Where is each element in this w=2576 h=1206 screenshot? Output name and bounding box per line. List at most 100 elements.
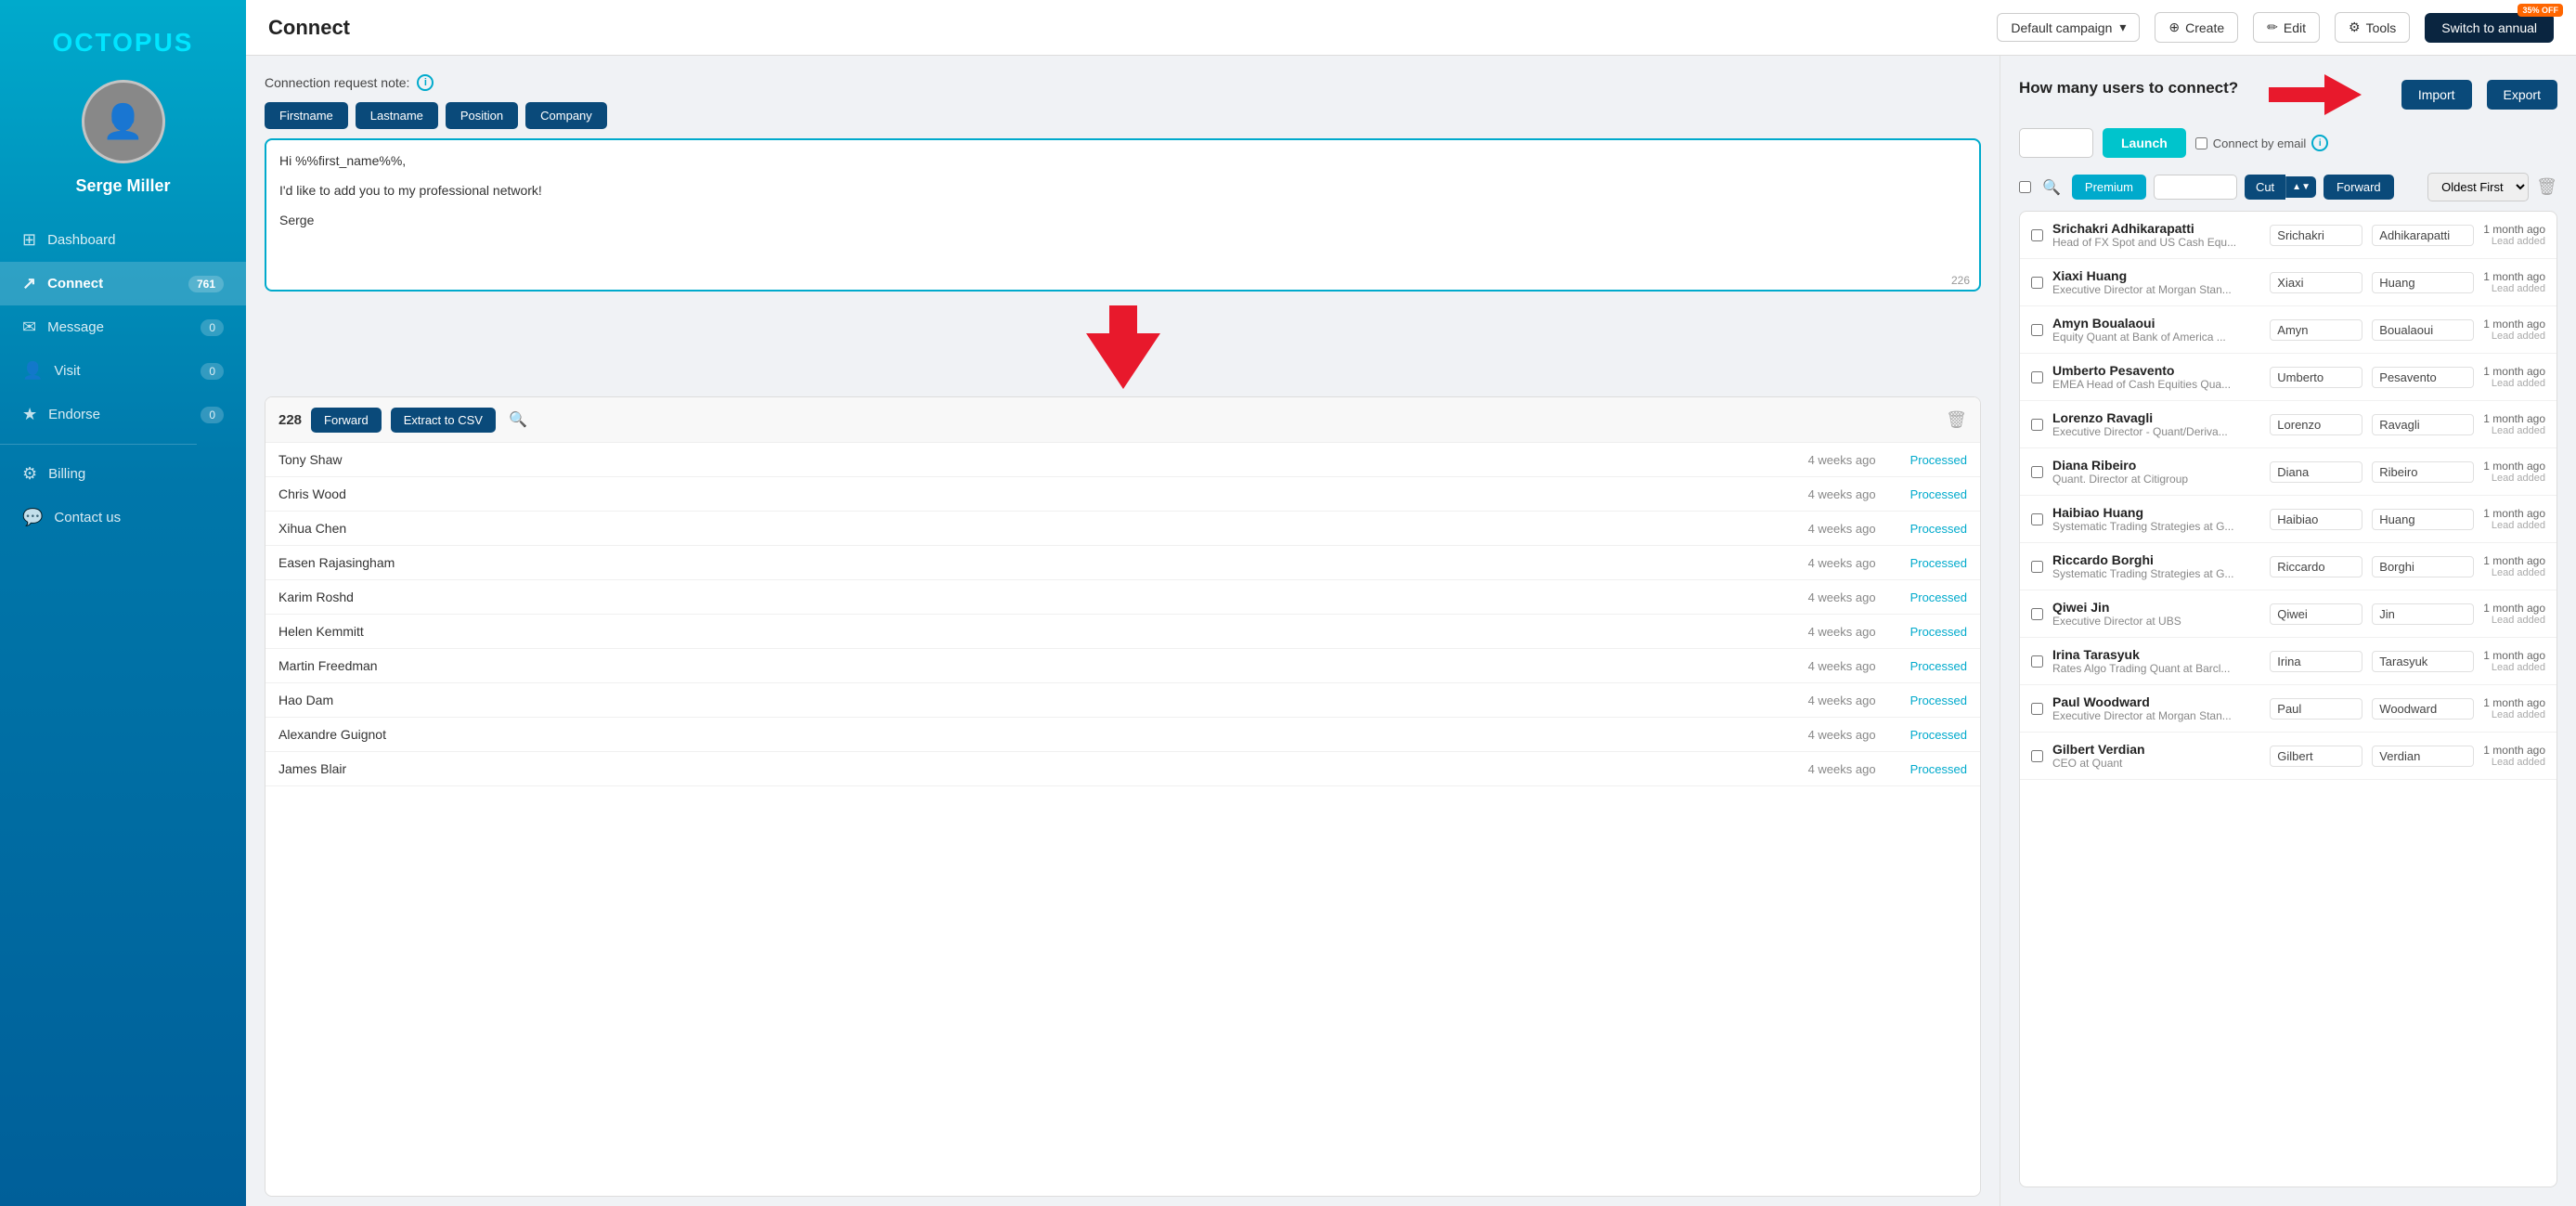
- user-name: Serge Miller: [75, 176, 170, 196]
- lead-checkbox[interactable]: [2031, 750, 2043, 762]
- lead-firstname[interactable]: Riccardo: [2270, 556, 2362, 577]
- sidebar-divider: [0, 444, 197, 445]
- connection-note-label: Connection request note:: [265, 75, 409, 90]
- switch-annual-button[interactable]: 35% OFF Switch to annual: [2425, 13, 2554, 43]
- lead-firstname[interactable]: Irina: [2270, 651, 2362, 672]
- launch-button[interactable]: Launch: [2103, 128, 2186, 158]
- forward-button[interactable]: Forward: [311, 408, 382, 433]
- campaign-select[interactable]: Default campaign ▾: [1997, 13, 2140, 42]
- position-tag-button[interactable]: Position: [446, 102, 518, 129]
- table-row[interactable]: Riccardo Borghi Systematic Trading Strat…: [2020, 543, 2557, 590]
- lead-lastname[interactable]: Huang: [2372, 509, 2474, 530]
- table-row[interactable]: Gilbert Verdian CEO at Quant Gilbert Ver…: [2020, 733, 2557, 780]
- tools-button[interactable]: ⚙ Tools: [2335, 12, 2410, 43]
- lead-checkbox[interactable]: [2031, 466, 2043, 478]
- filter-search-button[interactable]: 🔍: [2039, 175, 2065, 201]
- lead-lastname[interactable]: Ravagli: [2372, 414, 2474, 435]
- table-row[interactable]: Paul Woodward Executive Director at Morg…: [2020, 685, 2557, 733]
- cut-button[interactable]: Cut: [2245, 175, 2285, 200]
- cut-arrows-button[interactable]: ▲▼: [2285, 176, 2316, 198]
- connect-count-input[interactable]: [2019, 128, 2093, 158]
- list-item[interactable]: Karim Roshd 4 weeks ago Processed: [265, 580, 1980, 615]
- lead-checkbox[interactable]: [2031, 229, 2043, 241]
- lead-checkbox[interactable]: [2031, 561, 2043, 573]
- lead-firstname[interactable]: Umberto: [2270, 367, 2362, 388]
- lead-lastname[interactable]: Verdian: [2372, 746, 2474, 767]
- create-button[interactable]: ⊕ Create: [2155, 12, 2238, 43]
- lead-lastname[interactable]: Borghi: [2372, 556, 2474, 577]
- connect-icon: ↗: [22, 274, 36, 293]
- lead-checkbox[interactable]: [2031, 608, 2043, 620]
- lead-checkbox[interactable]: [2031, 419, 2043, 431]
- lead-lastname[interactable]: Pesavento: [2372, 367, 2474, 388]
- edit-button[interactable]: ✏ Edit: [2253, 12, 2320, 43]
- sidebar-item-connect[interactable]: ↗ Connect 761: [0, 262, 246, 305]
- lead-checkbox[interactable]: [2031, 703, 2043, 715]
- lead-checkbox[interactable]: [2031, 371, 2043, 383]
- filter-trash-button[interactable]: 🗑: [2536, 177, 2557, 197]
- lead-lastname[interactable]: Adhikarapatti: [2372, 225, 2474, 246]
- connect-by-email-checkbox[interactable]: [2195, 137, 2207, 149]
- premium-filter-button[interactable]: Premium: [2072, 175, 2146, 200]
- lead-firstname[interactable]: Gilbert: [2270, 746, 2362, 767]
- lead-lastname[interactable]: Tarasyuk: [2372, 651, 2474, 672]
- sidebar-item-visit[interactable]: 👤 Visit 0: [0, 349, 246, 393]
- filter-text-input[interactable]: [2154, 175, 2237, 200]
- table-row[interactable]: Amyn Boualaoui Equity Quant at Bank of A…: [2020, 306, 2557, 354]
- list-item[interactable]: Hao Dam 4 weeks ago Processed: [265, 683, 1980, 718]
- sidebar-item-endorse[interactable]: ★ Endorse 0: [0, 393, 246, 436]
- list-item[interactable]: Tony Shaw 4 weeks ago Processed: [265, 443, 1980, 477]
- list-search-button[interactable]: 🔍: [505, 407, 531, 433]
- sidebar-item-billing[interactable]: ⚙ Billing: [0, 452, 246, 496]
- sort-select[interactable]: Oldest First: [2427, 173, 2529, 201]
- lead-firstname[interactable]: Qiwei: [2270, 603, 2362, 625]
- lead-checkbox[interactable]: [2031, 277, 2043, 289]
- list-trash-button[interactable]: 🗑: [1946, 410, 1967, 430]
- list-item[interactable]: Alexandre Guignot 4 weeks ago Processed: [265, 718, 1980, 752]
- table-row[interactable]: Haibiao Huang Systematic Trading Strateg…: [2020, 496, 2557, 543]
- lead-lastname[interactable]: Jin: [2372, 603, 2474, 625]
- table-row[interactable]: Irina Tarasyuk Rates Algo Trading Quant …: [2020, 638, 2557, 685]
- lead-lastname[interactable]: Huang: [2372, 272, 2474, 293]
- lead-lastname[interactable]: Boualaoui: [2372, 319, 2474, 341]
- lead-lastname[interactable]: Ribeiro: [2372, 461, 2474, 483]
- extract-csv-button[interactable]: Extract to CSV: [391, 408, 496, 433]
- table-row[interactable]: Diana Ribeiro Quant. Director at Citigro…: [2020, 448, 2557, 496]
- lead-firstname[interactable]: Amyn: [2270, 319, 2362, 341]
- forward-filter-button[interactable]: Forward: [2324, 175, 2394, 200]
- table-row[interactable]: Qiwei Jin Executive Director at UBS Qiwe…: [2020, 590, 2557, 638]
- main-area: Connect Default campaign ▾ ⊕ Create ✏ Ed…: [246, 0, 2576, 1206]
- export-button[interactable]: Export: [2487, 80, 2557, 110]
- lead-checkbox[interactable]: [2031, 513, 2043, 525]
- lead-firstname[interactable]: Xiaxi: [2270, 272, 2362, 293]
- topbar: Connect Default campaign ▾ ⊕ Create ✏ Ed…: [246, 0, 2576, 56]
- lead-checkbox[interactable]: [2031, 655, 2043, 668]
- sidebar-item-message[interactable]: ✉ Message 0: [0, 305, 246, 349]
- lead-checkbox[interactable]: [2031, 324, 2043, 336]
- list-item[interactable]: Easen Rajasingham 4 weeks ago Processed: [265, 546, 1980, 580]
- list-item[interactable]: Xihua Chen 4 weeks ago Processed: [265, 512, 1980, 546]
- list-item[interactable]: Chris Wood 4 weeks ago Processed: [265, 477, 1980, 512]
- lead-firstname[interactable]: Paul: [2270, 698, 2362, 720]
- table-row[interactable]: Srichakri Adhikarapatti Head of FX Spot …: [2020, 212, 2557, 259]
- import-button[interactable]: Import: [2401, 80, 2472, 110]
- lead-lastname[interactable]: Woodward: [2372, 698, 2474, 720]
- lead-time: 1 month ago Lead added: [2483, 223, 2545, 247]
- firstname-tag-button[interactable]: Firstname: [265, 102, 348, 129]
- lead-firstname[interactable]: Diana: [2270, 461, 2362, 483]
- list-item[interactable]: Martin Freedman 4 weeks ago Processed: [265, 649, 1980, 683]
- list-item[interactable]: James Blair 4 weeks ago Processed: [265, 752, 1980, 786]
- sidebar-item-contact[interactable]: 💬 Contact us: [0, 496, 246, 539]
- select-all-checkbox[interactable]: [2019, 181, 2031, 193]
- lastname-tag-button[interactable]: Lastname: [356, 102, 438, 129]
- lead-firstname[interactable]: Haibiao: [2270, 509, 2362, 530]
- list-item[interactable]: Helen Kemmitt 4 weeks ago Processed: [265, 615, 1980, 649]
- lead-firstname[interactable]: Lorenzo: [2270, 414, 2362, 435]
- table-row[interactable]: Xiaxi Huang Executive Director at Morgan…: [2020, 259, 2557, 306]
- sidebar-item-dashboard[interactable]: ⊞ Dashboard: [0, 218, 246, 262]
- message-textarea[interactable]: [265, 138, 1981, 292]
- company-tag-button[interactable]: Company: [525, 102, 607, 129]
- table-row[interactable]: Lorenzo Ravagli Executive Director - Qua…: [2020, 401, 2557, 448]
- table-row[interactable]: Umberto Pesavento EMEA Head of Cash Equi…: [2020, 354, 2557, 401]
- lead-firstname[interactable]: Srichakri: [2270, 225, 2362, 246]
